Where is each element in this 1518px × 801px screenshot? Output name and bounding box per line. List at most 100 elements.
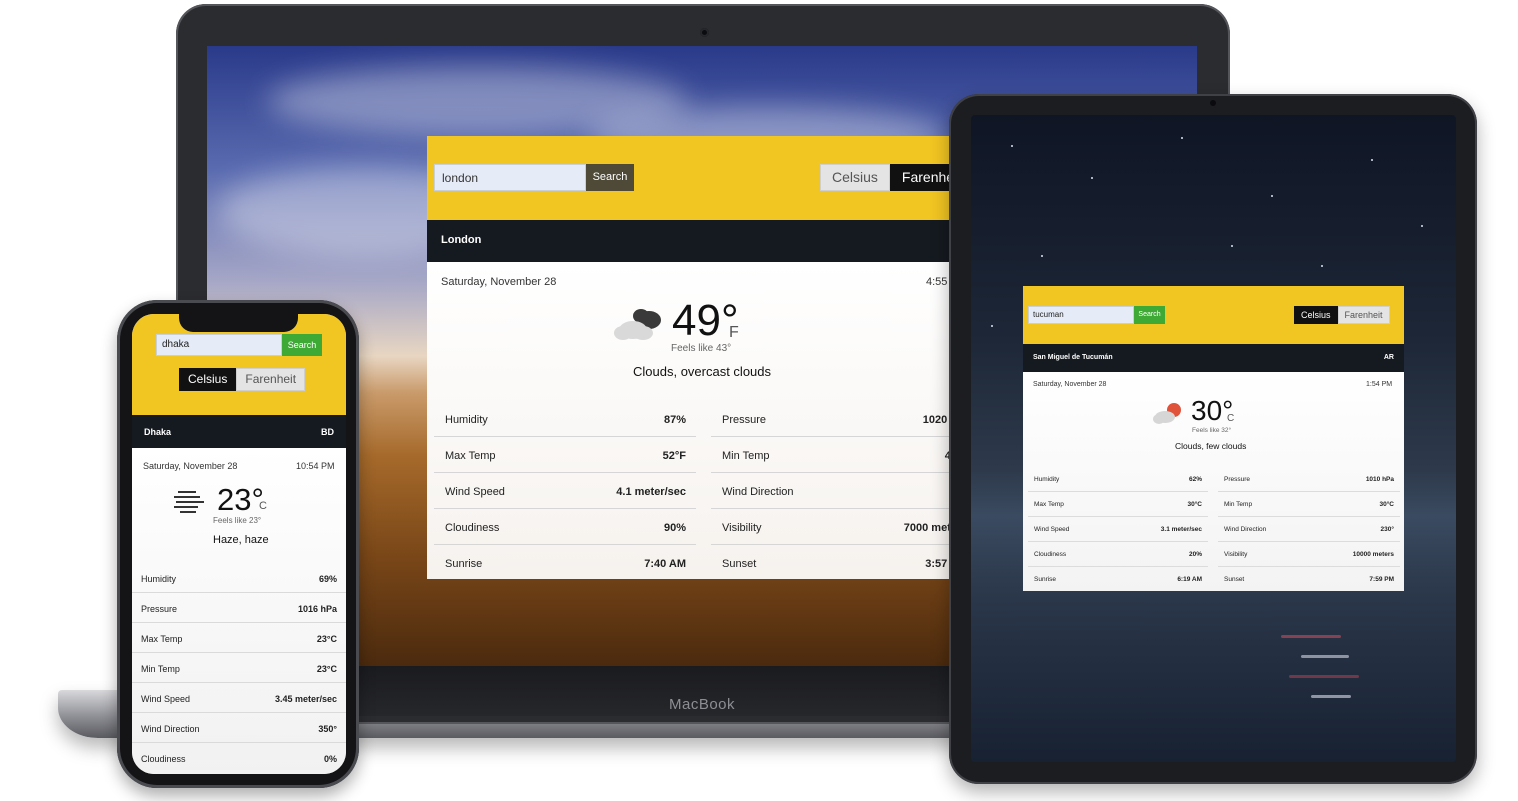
detail-row: Wind Direction 350°	[132, 713, 346, 743]
detail-label: Min Temp	[722, 450, 770, 462]
detail-row: Cloudiness 20%	[1028, 543, 1208, 567]
detail-value: 4.1 meter/sec	[616, 486, 686, 498]
detail-row: Humidity 62%	[1028, 468, 1208, 492]
fahrenheit-toggle[interactable]: Farenheit	[236, 368, 306, 391]
partly-cloudy-day-icon	[1153, 403, 1181, 424]
detail-row: Sunrise 6:19 AM	[1028, 568, 1208, 591]
feels-like: Feels like 43°	[671, 343, 732, 354]
detail-value: 90%	[663, 522, 686, 534]
detail-value: 7:59 PM	[1369, 576, 1394, 583]
search-input[interactable]: london	[434, 164, 586, 191]
detail-row: Wind Direction 230°	[1218, 518, 1400, 542]
detail-label: Sunset	[1224, 576, 1245, 583]
laptop-weather-app: london Search Celsius Farenheit London S…	[427, 136, 967, 579]
detail-row: Sunset 7:59 PM	[1218, 568, 1400, 591]
detail-value: 23°C	[316, 634, 337, 644]
detail-row: Humidity 87%	[434, 402, 696, 437]
search-button[interactable]: Search	[1134, 306, 1165, 324]
city-bar: San Miguel de Tucumán AR	[1023, 344, 1404, 372]
time-label: 4:55	[926, 276, 948, 288]
tablet-weather-app: tucuman Search Celsius Farenheit San Mig…	[1023, 286, 1404, 591]
detail-row: Max Temp 30°C	[1028, 493, 1208, 517]
detail-value: 62%	[1188, 476, 1202, 483]
detail-row: Wind Direction7	[711, 474, 967, 509]
detail-row: Max Temp 52°F	[434, 438, 696, 473]
country-code: BD	[321, 427, 334, 437]
detail-label: Max Temp	[445, 450, 496, 462]
haze-icon	[174, 491, 204, 513]
detail-label: Cloudiness	[141, 754, 186, 764]
detail-label: Pressure	[141, 604, 178, 614]
celsius-toggle[interactable]: Celsius	[820, 164, 890, 191]
detail-row: Min Temp48	[711, 438, 967, 473]
time-label: 10:54 PM	[296, 461, 335, 471]
detail-label: Pressure	[722, 414, 767, 426]
laptop-camera-icon	[700, 28, 709, 37]
detail-label: Wind Speed	[141, 694, 191, 704]
detail-value: 230°	[1380, 526, 1394, 533]
unit-toggle: Celsius Farenheit	[179, 368, 306, 391]
detail-label: Wind Direction	[141, 724, 200, 734]
search-input[interactable]: tucuman	[1028, 306, 1134, 324]
detail-row: Cloudiness 0%	[132, 743, 346, 773]
unit-toggle: Celsius Farenheit	[820, 164, 967, 191]
detail-value: 30°C	[1379, 501, 1394, 508]
weather-panel: Saturday, November 28 10:54 PM 23° C Fee…	[132, 448, 346, 774]
fahrenheit-toggle[interactable]: Farenheit	[1337, 306, 1390, 324]
temperature: 23°	[217, 482, 264, 517]
feels-like: Feels like 23°	[213, 516, 262, 525]
weather-description: Clouds, few clouds	[1175, 441, 1247, 451]
detail-label: Wind Speed	[445, 486, 505, 498]
detail-value: 20%	[1188, 551, 1202, 558]
detail-value: 52°F	[662, 450, 686, 462]
detail-label: Max Temp	[1034, 501, 1064, 508]
city-name: London	[441, 234, 482, 246]
temperature-unit: C	[1227, 413, 1235, 424]
unit-toggle: Celsius Farenheit	[1294, 306, 1390, 324]
country-code: AR	[1383, 354, 1394, 361]
date-label: Saturday, November 28	[441, 276, 557, 288]
detail-row: Visibility 10000 meters	[1218, 543, 1400, 567]
city-bar: Dhaka BD	[132, 415, 346, 448]
date-label: Saturday, November 28	[1033, 381, 1107, 388]
detail-value: 7:40 AM	[644, 558, 686, 570]
detail-label: Sunrise	[1034, 576, 1057, 583]
detail-row: Wind Speed 3.1 meter/sec	[1028, 518, 1208, 542]
weather-panel: Saturday, November 28 1:54 PM 30° C Feel…	[1023, 372, 1404, 591]
detail-label: Min Temp	[141, 664, 180, 674]
detail-row: Max Temp 23°C	[132, 623, 346, 653]
detail-label: Visibility	[1224, 551, 1248, 558]
detail-label: Visibility	[722, 522, 762, 534]
search-button[interactable]: Search	[586, 164, 634, 191]
detail-value: 87%	[663, 414, 686, 426]
city-name: San Miguel de Tucumán	[1033, 354, 1113, 361]
detail-row: Sunset 3:57 F	[711, 546, 967, 579]
detail-row: Visibility 7000 mete	[711, 510, 967, 545]
detail-value: 6:19 AM	[1177, 576, 1202, 583]
search-button[interactable]: Search	[282, 334, 322, 356]
date-label: Saturday, November 28	[143, 461, 238, 471]
weather-panel: Saturday, November 28 4:55 49° F Feels l…	[427, 262, 967, 579]
detail-label: Min Temp	[1224, 501, 1253, 508]
detail-row: Pressure 1010 hPa	[1218, 468, 1400, 492]
celsius-toggle[interactable]: Celsius	[1294, 306, 1338, 324]
city-name: Dhaka	[144, 427, 172, 437]
celsius-toggle[interactable]: Celsius	[179, 368, 237, 391]
detail-value: 30°C	[1187, 501, 1202, 508]
detail-value: 3.1 meter/sec	[1160, 526, 1202, 533]
app-header: london Search Celsius Farenheit	[427, 136, 967, 220]
temperature-unit: C	[259, 500, 267, 512]
detail-row: Pressure 1020 h	[711, 402, 967, 437]
detail-row: Wind Speed 3.45 meter/sec	[132, 683, 346, 713]
detail-label: Humidity	[1034, 476, 1060, 483]
temperature-unit: F	[729, 324, 739, 341]
detail-label: Sunrise	[445, 558, 483, 570]
detail-row: Sunrise 7:40 AM	[434, 546, 696, 579]
detail-label: Humidity	[141, 574, 177, 584]
detail-label: Pressure	[1224, 476, 1251, 483]
weather-description: Clouds, overcast clouds	[633, 364, 772, 379]
detail-row: Wind Speed 4.1 meter/sec	[434, 474, 696, 509]
detail-row: Min Temp 23°C	[132, 653, 346, 683]
search-input[interactable]: dhaka	[156, 334, 282, 356]
time-label: 1:54 PM	[1366, 381, 1393, 388]
